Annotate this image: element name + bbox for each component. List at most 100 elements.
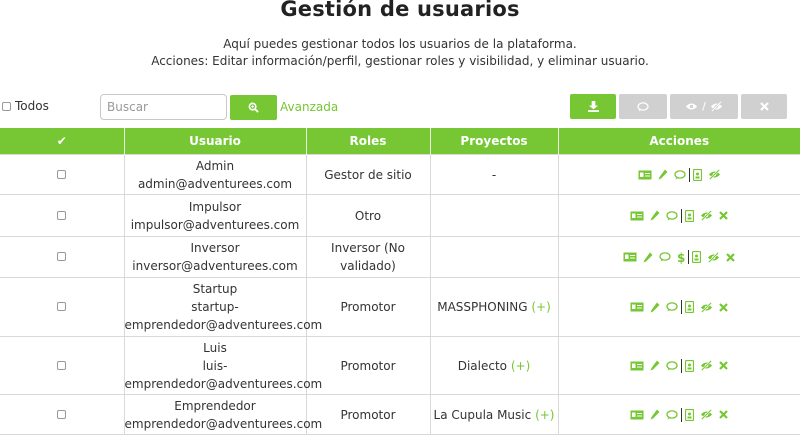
project-more-link[interactable]: (+) [535, 408, 554, 422]
page-description: Aquí puedes gestionar todos los usuarios… [0, 36, 800, 70]
role-cell: Gestor de sitio [305, 154, 431, 195]
search-button[interactable] [230, 95, 277, 120]
eye-slash-icon[interactable] [707, 251, 720, 263]
bulk-visibility-button[interactable]: / [670, 94, 738, 119]
badge-icon[interactable] [685, 209, 695, 222]
user-email: emprendedor@adventurees.com [124, 416, 323, 431]
close-icon[interactable] [719, 361, 729, 370]
table-header-row: ✔ Usuario Roles Proyectos Acciones [0, 128, 800, 155]
advanced-search-link[interactable]: Avanzada [280, 100, 338, 114]
project-more-link[interactable]: (+) [531, 300, 550, 314]
project-name[interactable]: Dialecto [458, 359, 507, 373]
row-checkbox[interactable] [57, 360, 67, 370]
visibility-separator: / [702, 100, 706, 113]
actions-cell [557, 154, 800, 195]
svg-text:$: $ [677, 251, 685, 264]
select-all-toggle[interactable]: Todos [2, 99, 49, 113]
bulk-message-button[interactable] [619, 94, 667, 119]
row-actions: $ [559, 250, 800, 264]
user-name: Admin [195, 158, 235, 173]
profile-card-icon[interactable] [630, 361, 644, 371]
description-line-2: Acciones: Editar información/perfil, ges… [151, 54, 649, 68]
users-table: ✔ Usuario Roles Proyectos Acciones Admin… [0, 128, 800, 435]
chat-icon [637, 101, 649, 111]
chat-icon[interactable] [666, 302, 678, 312]
badge-icon[interactable] [692, 168, 702, 181]
pencil-icon[interactable] [643, 252, 653, 263]
download-icon [587, 101, 599, 112]
pencil-icon[interactable] [650, 360, 660, 371]
project-cell [429, 236, 559, 278]
row-checkbox[interactable] [57, 210, 67, 220]
select-all-checkbox[interactable] [2, 101, 11, 111]
close-icon[interactable] [719, 211, 729, 220]
chat-icon[interactable] [674, 169, 686, 180]
close-icon[interactable] [719, 410, 729, 419]
select-all-label: Todos [15, 99, 49, 113]
user-email-cont: emprendedor@adventurees.com [124, 376, 323, 391]
action-separator [681, 208, 683, 223]
pencil-icon[interactable] [650, 302, 660, 313]
profile-card-icon[interactable] [630, 302, 644, 312]
close-icon[interactable] [719, 302, 729, 312]
page-title: Gestión de usuarios [280, 0, 520, 21]
chat-icon[interactable] [659, 252, 671, 262]
project-cell: Dialecto (+) [429, 336, 559, 395]
dollar-icon[interactable]: $ [677, 251, 685, 264]
action-separator [681, 407, 683, 422]
profile-card-icon[interactable] [630, 410, 644, 420]
table-row: Inversor inversor@adventurees.com Inversor… [0, 236, 800, 278]
user-name: Inversor [190, 241, 240, 255]
chat-icon[interactable] [666, 409, 678, 420]
table-row: Startup startup-emprendedor@adventurees.c… [0, 277, 800, 337]
search-icon [248, 102, 259, 113]
eye-slash-icon[interactable] [700, 301, 713, 313]
table-row: Luis luis-emprendedor@adventurees.com Prom… [0, 336, 800, 395]
close-icon[interactable] [726, 252, 736, 262]
user-cell: Admin admin@adventurees.com [123, 154, 307, 195]
row-select-cell [0, 236, 125, 278]
pencil-icon[interactable] [650, 409, 660, 420]
project-name[interactable]: - [492, 168, 496, 182]
action-separator [688, 250, 690, 264]
table-row: Impulsor impulsor@adventurees.com Otro [0, 194, 800, 237]
header-actions: Acciones [557, 128, 800, 155]
eye-slash-icon[interactable] [700, 210, 713, 221]
download-button[interactable] [570, 94, 616, 119]
row-checkbox[interactable] [57, 169, 67, 179]
pencil-icon[interactable] [650, 210, 660, 221]
project-more-link[interactable]: (+) [511, 359, 530, 373]
pencil-icon[interactable] [658, 169, 668, 180]
user-email-cont: emprendedor@adventurees.com [124, 318, 323, 332]
search-input[interactable] [100, 94, 227, 120]
row-checkbox[interactable] [57, 409, 67, 419]
bulk-delete-button[interactable] [741, 94, 787, 119]
user-name: Startup [192, 282, 238, 296]
row-actions [559, 167, 800, 182]
eye-slash-icon[interactable] [700, 360, 713, 371]
eye-slash-icon[interactable] [700, 409, 713, 420]
badge-icon[interactable] [692, 251, 702, 263]
action-separator [681, 300, 683, 314]
badge-icon[interactable] [685, 408, 695, 421]
badge-icon[interactable] [685, 359, 695, 372]
actions-cell [557, 336, 800, 395]
project-name[interactable]: MASSPHONING [437, 300, 527, 314]
badge-icon[interactable] [685, 301, 695, 313]
profile-card-icon[interactable] [623, 252, 637, 262]
user-email: admin@adventurees.com [137, 176, 293, 191]
project-name[interactable]: La Cupula Music [434, 408, 532, 422]
row-checkbox[interactable] [57, 252, 67, 261]
chat-icon[interactable] [666, 210, 678, 221]
chat-icon[interactable] [666, 360, 678, 371]
eye-slash-icon[interactable] [708, 169, 721, 180]
user-email: startup- [191, 300, 239, 314]
profile-card-icon[interactable] [638, 170, 652, 180]
role-cell: Promotor [305, 394, 431, 435]
header-projects: Proyectos [429, 128, 558, 155]
action-separator [681, 358, 683, 373]
row-checkbox[interactable] [57, 302, 67, 311]
user-cell: Emprendedor emprendedor@adventurees.com [123, 394, 323, 435]
profile-card-icon[interactable] [630, 211, 644, 221]
user-name: Emprendedor [174, 398, 256, 413]
